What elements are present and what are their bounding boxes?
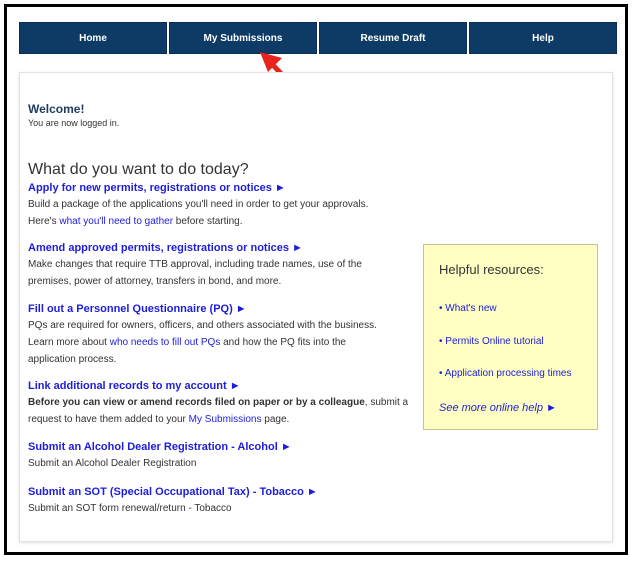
desc-text: Submit an Alcohol Dealer Registration [28,458,197,469]
sot-tobacco-desc: Submit an SOT form renewal/return - Toba… [28,500,413,517]
welcome-subtitle: You are now logged in. [28,118,120,128]
nav-home[interactable]: Home [19,22,167,54]
section-sot: Submit an SOT (Special Occupational Tax)… [28,486,413,517]
desc-text: Here's [28,216,60,227]
resources-title: Helpful resources: [439,262,544,277]
apply-permits-link[interactable]: Apply for new permits, registrations or … [28,182,413,194]
desc-text: Learn more about [28,337,110,348]
link-records-desc: Before you can view or amend records fil… [28,394,413,428]
desc-text: Submit an SOT form renewal/return - Toba… [28,503,232,514]
section-pq: Fill out a Personnel Questionnaire (PQ) … [28,303,413,368]
desc-text: before starting. [173,216,243,227]
section-amend: Amend approved permits, registrations or… [28,242,413,290]
processing-times-link[interactable]: • Application processing times [439,368,571,379]
alcohol-dealer-link[interactable]: Submit an Alcohol Dealer Registration - … [28,441,413,453]
helpful-resources-box: Helpful resources: • What's new • Permit… [423,244,598,430]
permits-tutorial-link[interactable]: • Permits Online tutorial [439,336,544,347]
nav-resume-draft[interactable]: Resume Draft [319,22,467,54]
whats-new-link[interactable]: • What's new [439,303,497,314]
my-submissions-inline-link[interactable]: My Submissions [189,414,262,425]
desc-text: Build a package of the applications you'… [28,199,369,210]
link-records-link[interactable]: Link additional records to my account ► [28,380,413,392]
personnel-questionnaire-link[interactable]: Fill out a Personnel Questionnaire (PQ) … [28,303,413,315]
page-heading: What do you want to do today? [28,161,249,178]
section-apply: Apply for new permits, registrations or … [28,182,413,230]
what-to-gather-link[interactable]: what you'll need to gather [59,216,173,227]
desc-text: Before you can view or amend records fil… [28,397,365,408]
desc-text: premises, power of attorney, transfers i… [28,276,282,287]
amend-permits-desc: Make changes that require TTB approval, … [28,256,413,290]
more-help-link[interactable]: See more online help ► [439,402,557,414]
desc-text: request to have them added to your [28,414,189,425]
sot-tobacco-link[interactable]: Submit an SOT (Special Occupational Tax)… [28,486,413,498]
desc-text: Make changes that require TTB approval, … [28,259,362,270]
apply-permits-desc: Build a package of the applications you'… [28,196,413,230]
section-link-records: Link additional records to my account ► … [28,380,413,428]
amend-permits-link[interactable]: Amend approved permits, registrations or… [28,242,413,254]
pq-desc: PQs are required for owners, officers, a… [28,317,413,368]
who-needs-pq-link[interactable]: who needs to fill out PQs [110,337,221,348]
section-alcohol-dealer: Submit an Alcohol Dealer Registration - … [28,441,413,472]
desc-text: and how the PQ fits into the [220,337,346,348]
alcohol-dealer-desc: Submit an Alcohol Dealer Registration [28,455,413,472]
desc-text: application process. [28,354,117,365]
desc-text: page. [261,414,290,425]
desc-text: PQs are required for owners, officers, a… [28,320,377,331]
nav-help[interactable]: Help [469,22,617,54]
desc-text: , submit a [364,397,409,408]
welcome-title: Welcome! [28,102,85,116]
